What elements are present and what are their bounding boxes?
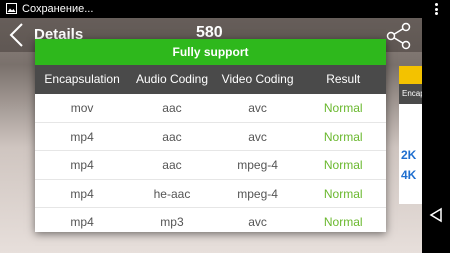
column-result: Result: [326, 72, 361, 86]
status-bar: Сохранение...: [0, 0, 450, 18]
table-row: mp4 mp3 avc Normal: [35, 208, 386, 237]
side-info-panel: Encaps 2K 4K: [399, 66, 422, 204]
column-video-coding: Video Coding: [221, 72, 294, 86]
resolution-4k-label: 4K: [401, 168, 417, 182]
resolution-2k-label: 2K: [401, 148, 417, 162]
table-row: mov aac avc Normal: [35, 94, 386, 123]
column-audio-coding: Audio Coding: [135, 72, 208, 86]
dialog-title: Fully support: [35, 39, 386, 65]
navigation-bar: [422, 18, 450, 253]
cell-encapsulation: mp4: [70, 215, 94, 230]
table-header: Encapsulation Audio Coding Video Coding …: [35, 65, 386, 94]
column-encapsulation: Encapsulation: [44, 72, 120, 86]
share-icon[interactable]: [386, 22, 412, 50]
cell-audio: he-aac: [153, 186, 191, 201]
back-chevron-icon[interactable]: [8, 22, 24, 48]
table-row: mp4 he-aac mpeg-4 Normal: [35, 180, 386, 209]
cell-result: Normal: [323, 129, 363, 144]
overflow-menu-icon[interactable]: [435, 3, 438, 15]
nav-back-icon[interactable]: [429, 207, 443, 223]
table-row: mp4 aac mpeg-4 Normal: [35, 151, 386, 180]
cell-video: mpeg-4: [237, 158, 278, 173]
cell-encapsulation: mp4: [70, 186, 94, 201]
cell-result: Normal: [323, 186, 363, 201]
cell-audio: aac: [162, 158, 182, 173]
cell-result: Normal: [323, 101, 363, 115]
cell-encapsulation: mov: [70, 101, 94, 115]
cell-video: avc: [248, 101, 267, 115]
cell-video: avc: [248, 215, 267, 230]
cell-encapsulation: mp4: [70, 158, 94, 173]
side-panel-label: Encaps: [399, 84, 422, 104]
table-row: mp4 aac avc Normal: [35, 123, 386, 152]
support-dialog: Fully support Encapsulation Audio Coding…: [35, 39, 386, 232]
cell-audio: aac: [162, 129, 182, 144]
cell-result: Normal: [323, 215, 363, 230]
status-notification-text: Сохранение...: [22, 3, 94, 15]
cell-audio: aac: [162, 101, 182, 115]
cell-video: avc: [248, 129, 267, 144]
cell-video: mpeg-4: [237, 186, 278, 201]
cell-audio: mp3: [160, 215, 184, 230]
cell-encapsulation: mp4: [70, 129, 94, 144]
image-icon: [6, 3, 17, 14]
side-panel-header: [399, 66, 422, 84]
cell-result: Normal: [323, 158, 363, 173]
